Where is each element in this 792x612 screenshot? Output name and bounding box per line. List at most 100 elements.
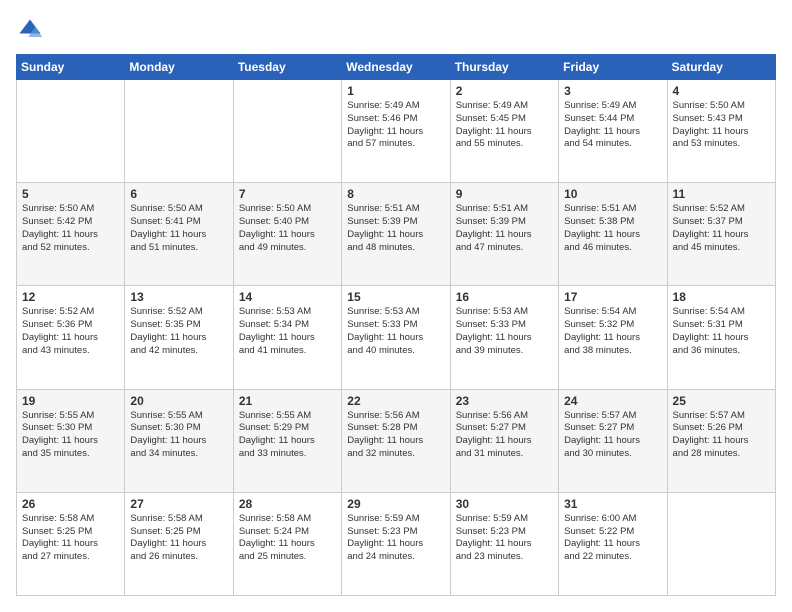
day-cell: 12 Sunrise: 5:52 AM Sunset: 5:36 PM Dayli… bbox=[17, 286, 125, 389]
day-cell bbox=[125, 80, 233, 183]
day-info: Sunrise: 5:53 AM Sunset: 5:33 PM Dayligh… bbox=[347, 306, 444, 357]
day-info: Sunrise: 5:58 AM Sunset: 5:24 PM Dayligh… bbox=[239, 513, 336, 564]
day-info: Sunrise: 5:49 AM Sunset: 5:44 PM Dayligh… bbox=[564, 100, 661, 151]
day-cell: 4Sunrise: 5:50 AM Sunset: 5:43 PM Daylig… bbox=[667, 80, 775, 183]
day-cell: 5Sunrise: 5:50 AM Sunset: 5:42 PM Daylig… bbox=[17, 183, 125, 286]
day-info: Sunrise: 5:59 AM Sunset: 5:23 PM Dayligh… bbox=[456, 513, 553, 564]
day-info: Sunrise: 5:52 AM Sunset: 5:36 PM Dayligh… bbox=[22, 306, 119, 357]
day-cell: 30 Sunrise: 5:59 AM Sunset: 5:23 PM Dayli… bbox=[450, 492, 558, 595]
day-cell: 25 Sunrise: 5:57 AM Sunset: 5:26 PM Dayli… bbox=[667, 389, 775, 492]
day-cell: 7 Sunrise: 5:50 AM Sunset: 5:40 PM Daylig… bbox=[233, 183, 341, 286]
day-cell: 2 Sunrise: 5:49 AM Sunset: 5:45 PM Daylig… bbox=[450, 80, 558, 183]
day-cell: 10 Sunrise: 5:51 AM Sunset: 5:38 PM Dayli… bbox=[559, 183, 667, 286]
day-info: Sunrise: 5:53 AM Sunset: 5:34 PM Dayligh… bbox=[239, 306, 336, 357]
day-number: 31 bbox=[564, 497, 661, 511]
calendar-body: 1Sunrise: 5:49 AM Sunset: 5:46 PM Daylig… bbox=[17, 80, 776, 596]
day-header-thursday: Thursday bbox=[450, 55, 558, 80]
day-cell: 9Sunrise: 5:51 AM Sunset: 5:39 PM Daylig… bbox=[450, 183, 558, 286]
day-number: 7 bbox=[239, 187, 336, 201]
day-cell: 26 Sunrise: 5:58 AM Sunset: 5:25 PM Dayli… bbox=[17, 492, 125, 595]
day-cell bbox=[233, 80, 341, 183]
day-number: 18 bbox=[673, 290, 770, 304]
day-info: Sunrise: 5:59 AM Sunset: 5:23 PM Dayligh… bbox=[347, 513, 444, 564]
day-number: 20 bbox=[130, 394, 227, 408]
day-number: 25 bbox=[673, 394, 770, 408]
day-cell: 31Sunrise: 6:00 AM Sunset: 5:22 PM Dayli… bbox=[559, 492, 667, 595]
day-cell: 27Sunrise: 5:58 AM Sunset: 5:25 PM Dayli… bbox=[125, 492, 233, 595]
day-cell: 14 Sunrise: 5:53 AM Sunset: 5:34 PM Dayli… bbox=[233, 286, 341, 389]
day-cell: 18 Sunrise: 5:54 AM Sunset: 5:31 PM Dayli… bbox=[667, 286, 775, 389]
calendar-header: SundayMondayTuesdayWednesdayThursdayFrid… bbox=[17, 55, 776, 80]
day-number: 27 bbox=[130, 497, 227, 511]
day-cell: 11Sunrise: 5:52 AM Sunset: 5:37 PM Dayli… bbox=[667, 183, 775, 286]
day-number: 14 bbox=[239, 290, 336, 304]
day-number: 26 bbox=[22, 497, 119, 511]
day-cell: 16 Sunrise: 5:53 AM Sunset: 5:33 PM Dayli… bbox=[450, 286, 558, 389]
day-cell: 17Sunrise: 5:54 AM Sunset: 5:32 PM Dayli… bbox=[559, 286, 667, 389]
day-cell: 29Sunrise: 5:59 AM Sunset: 5:23 PM Dayli… bbox=[342, 492, 450, 595]
day-cell: 24 Sunrise: 5:57 AM Sunset: 5:27 PM Dayli… bbox=[559, 389, 667, 492]
day-number: 16 bbox=[456, 290, 553, 304]
day-info: Sunrise: 5:58 AM Sunset: 5:25 PM Dayligh… bbox=[22, 513, 119, 564]
day-info: Sunrise: 5:52 AM Sunset: 5:35 PM Dayligh… bbox=[130, 306, 227, 357]
logo-icon bbox=[16, 16, 44, 44]
day-info: Sunrise: 5:53 AM Sunset: 5:33 PM Dayligh… bbox=[456, 306, 553, 357]
day-number: 19 bbox=[22, 394, 119, 408]
day-info: Sunrise: 5:51 AM Sunset: 5:38 PM Dayligh… bbox=[564, 203, 661, 254]
header-row: SundayMondayTuesdayWednesdayThursdayFrid… bbox=[17, 55, 776, 80]
week-row-0: 1Sunrise: 5:49 AM Sunset: 5:46 PM Daylig… bbox=[17, 80, 776, 183]
day-number: 4 bbox=[673, 84, 770, 98]
day-number: 15 bbox=[347, 290, 444, 304]
day-number: 22 bbox=[347, 394, 444, 408]
day-number: 23 bbox=[456, 394, 553, 408]
day-info: Sunrise: 5:50 AM Sunset: 5:42 PM Dayligh… bbox=[22, 203, 119, 254]
page: SundayMondayTuesdayWednesdayThursdayFrid… bbox=[0, 0, 792, 612]
day-cell: 15 Sunrise: 5:53 AM Sunset: 5:33 PM Dayli… bbox=[342, 286, 450, 389]
day-info: Sunrise: 5:50 AM Sunset: 5:41 PM Dayligh… bbox=[130, 203, 227, 254]
day-info: Sunrise: 5:57 AM Sunset: 5:27 PM Dayligh… bbox=[564, 410, 661, 461]
day-number: 12 bbox=[22, 290, 119, 304]
day-header-monday: Monday bbox=[125, 55, 233, 80]
day-number: 10 bbox=[564, 187, 661, 201]
day-cell: 20 Sunrise: 5:55 AM Sunset: 5:30 PM Dayli… bbox=[125, 389, 233, 492]
day-header-friday: Friday bbox=[559, 55, 667, 80]
day-info: Sunrise: 5:55 AM Sunset: 5:29 PM Dayligh… bbox=[239, 410, 336, 461]
day-number: 1 bbox=[347, 84, 444, 98]
week-row-4: 26 Sunrise: 5:58 AM Sunset: 5:25 PM Dayli… bbox=[17, 492, 776, 595]
day-cell: 3 Sunrise: 5:49 AM Sunset: 5:44 PM Daylig… bbox=[559, 80, 667, 183]
day-info: Sunrise: 5:56 AM Sunset: 5:28 PM Dayligh… bbox=[347, 410, 444, 461]
day-number: 2 bbox=[456, 84, 553, 98]
day-number: 30 bbox=[456, 497, 553, 511]
day-cell: 28 Sunrise: 5:58 AM Sunset: 5:24 PM Dayli… bbox=[233, 492, 341, 595]
week-row-3: 19 Sunrise: 5:55 AM Sunset: 5:30 PM Dayli… bbox=[17, 389, 776, 492]
day-cell: 6Sunrise: 5:50 AM Sunset: 5:41 PM Daylig… bbox=[125, 183, 233, 286]
day-info: Sunrise: 5:55 AM Sunset: 5:30 PM Dayligh… bbox=[22, 410, 119, 461]
day-number: 21 bbox=[239, 394, 336, 408]
day-info: Sunrise: 5:49 AM Sunset: 5:45 PM Dayligh… bbox=[456, 100, 553, 151]
day-header-saturday: Saturday bbox=[667, 55, 775, 80]
day-cell bbox=[667, 492, 775, 595]
day-header-wednesday: Wednesday bbox=[342, 55, 450, 80]
day-info: Sunrise: 5:55 AM Sunset: 5:30 PM Dayligh… bbox=[130, 410, 227, 461]
day-number: 17 bbox=[564, 290, 661, 304]
day-cell: 21 Sunrise: 5:55 AM Sunset: 5:29 PM Dayli… bbox=[233, 389, 341, 492]
day-header-sunday: Sunday bbox=[17, 55, 125, 80]
logo bbox=[16, 16, 48, 44]
day-number: 8 bbox=[347, 187, 444, 201]
day-number: 24 bbox=[564, 394, 661, 408]
week-row-1: 5Sunrise: 5:50 AM Sunset: 5:42 PM Daylig… bbox=[17, 183, 776, 286]
day-info: Sunrise: 5:56 AM Sunset: 5:27 PM Dayligh… bbox=[456, 410, 553, 461]
day-info: Sunrise: 5:57 AM Sunset: 5:26 PM Dayligh… bbox=[673, 410, 770, 461]
day-info: Sunrise: 5:50 AM Sunset: 5:40 PM Dayligh… bbox=[239, 203, 336, 254]
day-number: 28 bbox=[239, 497, 336, 511]
day-number: 9 bbox=[456, 187, 553, 201]
day-header-tuesday: Tuesday bbox=[233, 55, 341, 80]
day-number: 3 bbox=[564, 84, 661, 98]
day-number: 13 bbox=[130, 290, 227, 304]
day-number: 11 bbox=[673, 187, 770, 201]
day-info: Sunrise: 5:54 AM Sunset: 5:31 PM Dayligh… bbox=[673, 306, 770, 357]
day-info: Sunrise: 5:51 AM Sunset: 5:39 PM Dayligh… bbox=[347, 203, 444, 254]
calendar-table: SundayMondayTuesdayWednesdayThursdayFrid… bbox=[16, 54, 776, 596]
day-cell bbox=[17, 80, 125, 183]
day-cell: 22 Sunrise: 5:56 AM Sunset: 5:28 PM Dayli… bbox=[342, 389, 450, 492]
